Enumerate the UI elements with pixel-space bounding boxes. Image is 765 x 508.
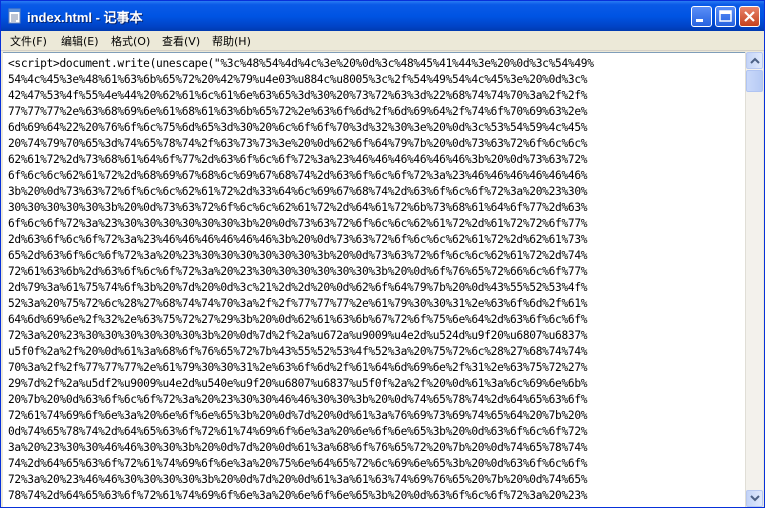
code-line: 52%3a%20%75%72%6c%28%27%68%74%74%70%3a%2… xyxy=(8,297,588,310)
code-line: u5f0f%2a%2f%20%0d%61%3a%68%6f%76%65%72%7… xyxy=(8,345,588,358)
code-line: 64%6d%69%6e%2f%32%2e%63%75%72%27%29%3b%2… xyxy=(8,313,588,326)
menu-bar: 文件(F) 编辑(E) 格式(O) 查看(V) 帮助(H) xyxy=(1,31,764,51)
menu-view[interactable]: 查看(V) xyxy=(162,33,200,49)
window-title: index.html - 记事本 xyxy=(27,10,143,25)
code-line: 20%74%79%70%65%3d%74%65%78%74%2f%63%73%7… xyxy=(8,137,588,150)
code-line: 72%3a%20%23%30%30%30%30%30%30%3b%20%0d%7… xyxy=(8,329,588,342)
notepad-icon[interactable] xyxy=(7,8,23,24)
code-line: 20%7b%20%0d%63%6f%6c%6f%72%3a%20%23%30%3… xyxy=(8,393,588,406)
code-line: <script>document.write(unescape("%3c%48%… xyxy=(8,57,594,70)
vertical-scrollbar[interactable] xyxy=(745,52,763,507)
code-line: 72%61%63%6b%2d%63%6f%6c%6f%72%3a%20%23%3… xyxy=(8,265,588,278)
close-icon xyxy=(744,11,755,22)
scroll-up-button[interactable] xyxy=(746,52,763,69)
code-line: 74%2d%64%65%63%6f%72%61%74%69%6f%6e%3a%2… xyxy=(8,457,588,470)
maximize-button[interactable] xyxy=(715,6,736,27)
code-line: 29%7d%2f%2a%u5df2%u9009%u4e2d%u540e%u9f2… xyxy=(8,377,588,390)
code-line: 72%3a%20%23%46%46%30%30%30%30%3b%20%0d%7… xyxy=(8,473,588,486)
code-line: 2d%63%6f%6c%6f%72%3a%23%46%46%46%46%46%4… xyxy=(8,233,588,246)
close-button[interactable] xyxy=(739,6,760,27)
code-line: 78%74%2d%64%65%63%6f%72%61%74%69%6f%6e%3… xyxy=(8,489,588,502)
chevron-up-icon xyxy=(750,57,760,64)
menu-file[interactable]: 文件(F) xyxy=(10,33,47,49)
code-line: 6f%6c%6f%72%3a%23%30%30%30%30%30%30%3b%2… xyxy=(8,217,588,230)
code-line: 3a%20%23%30%30%46%46%30%30%3b%20%0d%7d%2… xyxy=(8,441,588,454)
code-line: 54%4c%45%3e%48%61%63%6b%65%72%20%42%79%u… xyxy=(8,73,588,86)
code-line: 70%3a%2f%2f%77%77%77%2e%61%79%30%30%31%2… xyxy=(8,361,588,374)
scroll-down-button[interactable] xyxy=(746,490,763,507)
chevron-down-icon xyxy=(750,495,760,502)
notepad-window: index.html - 记事本 文件(F) 编辑(E) 格式(O) 查看(V)… xyxy=(0,0,765,508)
code-line: 77%77%77%2e%63%68%69%6e%61%68%61%63%6b%6… xyxy=(8,105,588,118)
menu-help[interactable]: 帮助(H) xyxy=(212,33,251,49)
code-line: 72%61%74%69%6f%6e%3a%20%6e%6f%6e%65%3b%2… xyxy=(8,409,588,422)
text-editor[interactable]: <script>document.write(unescape("%3c%48%… xyxy=(3,52,745,507)
code-line: 0d%74%65%78%74%2d%64%65%63%6f%72%61%74%6… xyxy=(8,425,588,438)
code-line: 6d%69%64%22%20%76%6f%6c%75%6d%65%3d%30%2… xyxy=(8,121,588,134)
code-line: 42%47%53%4f%55%4e%44%20%62%61%6c%61%6e%6… xyxy=(8,89,588,102)
code-line: 30%30%30%30%30%3b%20%0d%73%63%72%6f%6c%6… xyxy=(8,201,588,214)
minimize-icon xyxy=(696,19,703,22)
code-line: 3b%20%0d%73%63%72%6f%6c%6c%62%61%72%2d%3… xyxy=(8,185,588,198)
code-line: 62%61%72%2d%73%68%61%64%6f%77%2d%63%6f%6… xyxy=(8,153,588,166)
maximize-icon xyxy=(719,10,732,22)
code-line: 6f%6c%6c%62%61%72%2d%68%69%67%68%6c%69%6… xyxy=(8,169,588,182)
code-line: 2d%79%3a%61%75%74%6f%3b%20%7d%20%0d%3c%2… xyxy=(8,281,588,294)
code-line: 65%2d%63%6f%6c%6f%72%3a%20%23%30%30%30%3… xyxy=(8,249,588,262)
title-bar[interactable]: index.html - 记事本 xyxy=(1,1,764,31)
menu-format[interactable]: 格式(O) xyxy=(111,33,150,49)
menu-edit[interactable]: 编辑(E) xyxy=(61,33,99,49)
scroll-thumb[interactable] xyxy=(746,70,763,92)
minimize-button[interactable] xyxy=(691,6,712,27)
